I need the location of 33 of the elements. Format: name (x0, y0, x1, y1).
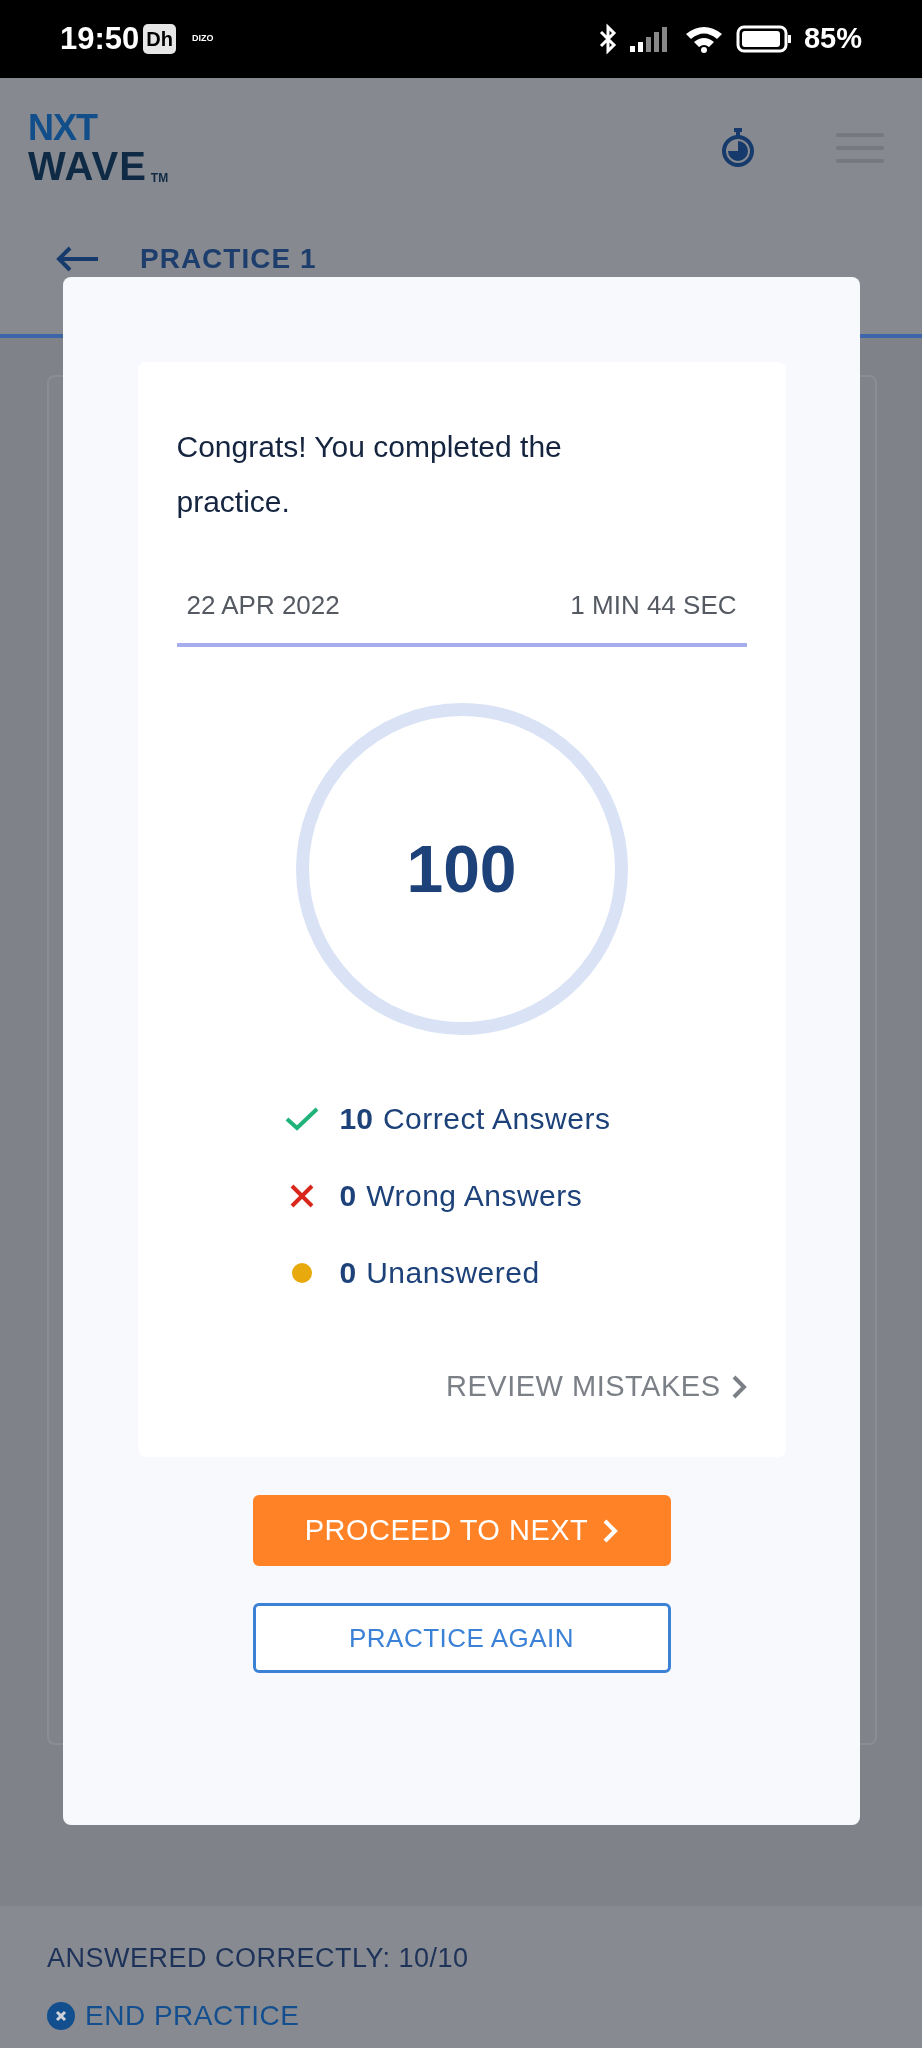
logo-text: WAVE (28, 146, 147, 186)
stat-count: 0 (339, 1178, 357, 1214)
score-number: 100 (406, 830, 517, 908)
stat-count: 0 (339, 1255, 357, 1291)
battery-percent: 85% (803, 21, 862, 57)
practice-date: 22 APR 2022 (186, 589, 340, 622)
end-practice-link[interactable]: END PRACTICE (47, 1994, 875, 2037)
practice-title: PRACTICE 1 (140, 242, 317, 276)
check-icon (283, 1105, 320, 1132)
trademark: TM (150, 172, 169, 184)
answered-count: ANSWERED CORRECTLY: 10/10 (47, 1942, 470, 1975)
proceed-button[interactable]: PROCEED TO NEXT (252, 1495, 671, 1566)
practice-again-button[interactable]: PRACTICE AGAIN (252, 1603, 671, 1673)
practice-duration: 1 MIN 44 SEC (570, 589, 737, 622)
stat-label: Correct Answers (382, 1101, 611, 1137)
logo-text: NXT (28, 110, 99, 146)
status-time: 19:50 (60, 19, 140, 58)
dot-icon (290, 1261, 313, 1284)
congrats-message: Congrats! You completed the practice. (176, 429, 563, 520)
cross-icon (288, 1182, 315, 1209)
back-arrow-icon[interactable] (56, 246, 100, 272)
stat-count: 10 (339, 1101, 373, 1137)
app-badge: Dh (143, 24, 176, 54)
bluetooth-icon (597, 23, 618, 55)
review-mistakes-link[interactable]: REVIEW MISTAKES (446, 1365, 747, 1409)
chevron-right-icon (602, 1517, 619, 1544)
chevron-right-icon (730, 1373, 747, 1400)
close-icon (47, 2001, 75, 2030)
stat-label: Wrong Answers (366, 1178, 583, 1214)
app-label: DIZO (191, 32, 214, 46)
stopwatch-icon[interactable] (720, 127, 756, 169)
stat-label: Unanswered (366, 1255, 540, 1291)
battery-icon (735, 25, 792, 53)
